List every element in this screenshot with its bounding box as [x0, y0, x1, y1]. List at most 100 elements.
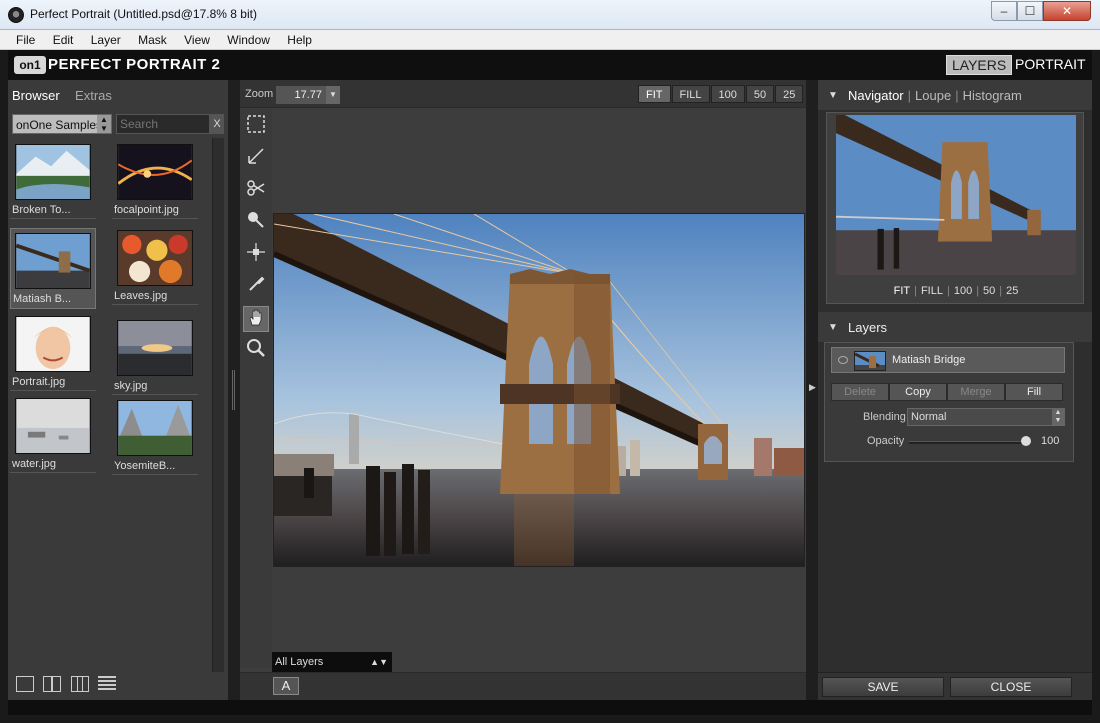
a-toggle-button[interactable]: A [273, 677, 299, 695]
menu-layer[interactable]: Layer [84, 30, 128, 50]
marquee-tool-icon[interactable] [243, 114, 269, 140]
list-view-icon[interactable] [98, 676, 117, 692]
left-panel-collapse-bar[interactable] [228, 80, 240, 700]
tool-palette [240, 108, 272, 668]
menu-mask[interactable]: Mask [131, 30, 174, 50]
updown-icon: ▲▼ [1052, 409, 1064, 425]
nav-zoom-fit[interactable]: FIT [894, 285, 911, 297]
layer-view-dropdown[interactable]: All Layers ▲▼ [272, 652, 392, 672]
brush-tool-icon[interactable] [243, 210, 269, 236]
zoom-input[interactable]: 17.77 [276, 86, 326, 104]
two-column-view-icon[interactable] [43, 676, 62, 692]
blending-select[interactable]: Normal ▲ ▼ [907, 408, 1065, 426]
source-select-value: onOne Samples [16, 118, 103, 132]
layers-header: ▼ Layers [818, 312, 1092, 342]
navigator-zoom-presets: FIT | FILL | 100 | 50 | 25 [827, 285, 1085, 297]
thumbnail-caption: Portrait.jpg [10, 372, 96, 391]
save-button[interactable]: SAVE [822, 677, 944, 697]
tab-separator: | [955, 88, 959, 103]
single-view-icon[interactable] [16, 676, 34, 692]
canvas-photo[interactable] [273, 213, 805, 567]
thumbnail-item[interactable]: Broken To... [10, 140, 96, 219]
browser-panel: Browser Extras onOne Samples ▲▼ X Broken… [8, 80, 228, 700]
merge-layer-button[interactable]: Merge [947, 383, 1005, 401]
layer-row[interactable]: Matiash Bridge [831, 347, 1065, 373]
zoom-fit-button[interactable]: FIT [638, 85, 671, 103]
thumbnail-caption: sky.jpg [112, 376, 198, 395]
tab-loupe[interactable]: Loupe [915, 88, 951, 103]
search-clear-button[interactable]: X [210, 114, 224, 134]
right-panel-collapse-bar[interactable]: ▶ [806, 80, 818, 700]
zoom-tool-icon[interactable] [243, 338, 269, 364]
line-tool-icon[interactable] [243, 146, 269, 172]
search-input[interactable] [116, 114, 210, 134]
minimize-button[interactable]: – [991, 1, 1017, 21]
zoom-100-button[interactable]: 100 [710, 85, 745, 103]
menu-bar: File Edit Layer Mask View Window Help [0, 30, 1100, 50]
menu-view[interactable]: View [177, 30, 217, 50]
zoom-25-button[interactable]: 25 [775, 85, 804, 103]
maximize-button[interactable]: ☐ [1017, 1, 1043, 21]
preset-separator: | [946, 285, 950, 297]
thumbnail-item[interactable]: water.jpg [10, 394, 96, 473]
collapse-triangle-icon[interactable]: ▼ [828, 322, 838, 333]
delete-layer-button[interactable]: Delete [831, 383, 889, 401]
navigator-preview[interactable] [836, 115, 1076, 275]
nav-zoom-50[interactable]: 50 [983, 285, 995, 297]
pin-tool-icon[interactable] [243, 242, 269, 268]
opacity-slider-track[interactable] [909, 441, 1029, 444]
mode-portrait-button[interactable]: PORTRAIT [1015, 56, 1086, 72]
menu-edit[interactable]: Edit [46, 30, 81, 50]
thumbnail-caption: Leaves.jpg [112, 286, 198, 305]
preset-separator: | [976, 285, 980, 297]
zoom-fill-button[interactable]: FILL [671, 85, 710, 103]
hand-tool-icon[interactable] [243, 306, 269, 332]
eyedropper-icon[interactable] [243, 274, 269, 300]
tab-browser[interactable]: Browser [12, 88, 60, 103]
thumbnail-caption: focalpoint.jpg [112, 200, 198, 219]
three-column-view-icon[interactable] [70, 676, 89, 692]
thumbnail-item[interactable]: YosemiteB... [112, 396, 198, 475]
thumbnail-image [117, 400, 193, 456]
thumbnail-item[interactable]: Leaves.jpg [112, 226, 198, 305]
source-select[interactable]: onOne Samples ▲ ▼ [12, 114, 112, 134]
tab-navigator[interactable]: Navigator [848, 88, 904, 103]
menu-help[interactable]: Help [280, 30, 319, 50]
app-icon [8, 7, 24, 23]
window-bottom-strip [8, 700, 1092, 715]
layer-thumbnail [854, 351, 886, 371]
right-panel: ▼ Navigator | Loupe | Histogram FIT | FILL | 100… [818, 80, 1092, 700]
opacity-slider-handle[interactable] [1021, 436, 1031, 446]
tab-separator: | [907, 88, 912, 103]
nav-zoom-25[interactable]: 25 [1006, 285, 1018, 297]
nav-zoom-100[interactable]: 100 [954, 285, 972, 297]
canvas-bottom-bar: A [240, 672, 806, 700]
tab-extras[interactable]: Extras [75, 88, 112, 103]
tab-histogram[interactable]: Histogram [963, 88, 1022, 103]
eye-icon[interactable] [838, 356, 848, 364]
thumbnail-caption: Broken To... [10, 200, 96, 219]
thumbnail-item[interactable]: focalpoint.jpg [112, 140, 198, 219]
nav-zoom-fill[interactable]: FILL [921, 285, 943, 297]
copy-layer-button[interactable]: Copy [889, 383, 947, 401]
opacity-value: 100 [1041, 435, 1060, 447]
menu-file[interactable]: File [0, 30, 42, 50]
product-name: PERFECT PORTRAIT 2 [48, 56, 221, 73]
browser-scrollbar[interactable] [212, 138, 224, 672]
collapse-triangle-icon[interactable]: ▼ [828, 90, 838, 101]
window-title-bar: Perfect Portrait (Untitled.psd@17.8% 8 b… [0, 0, 1100, 30]
fill-layer-button[interactable]: Fill [1005, 383, 1063, 401]
close-window-button[interactable]: ✕ [1043, 1, 1091, 21]
canvas-area: Zoom 17.77 ▼ FIT FILL 100 50 25 All Laye… [240, 80, 806, 700]
close-button[interactable]: CLOSE [950, 677, 1072, 697]
zoom-50-button[interactable]: 50 [745, 85, 775, 103]
scissors-icon[interactable] [243, 178, 269, 204]
mode-layers-button[interactable]: LAYERS [946, 55, 1013, 75]
preset-separator: | [914, 285, 917, 297]
menu-window[interactable]: Window [220, 30, 277, 50]
layers-body: Matiash Bridge Delete Copy Merge Fill Blend… [824, 342, 1074, 462]
thumbnail-item[interactable]: Portrait.jpg [10, 312, 96, 391]
thumbnail-item-selected[interactable]: Matiash B... [10, 228, 96, 309]
thumbnail-item[interactable]: sky.jpg [112, 316, 198, 395]
chevron-down-icon[interactable]: ▼ [326, 86, 340, 104]
